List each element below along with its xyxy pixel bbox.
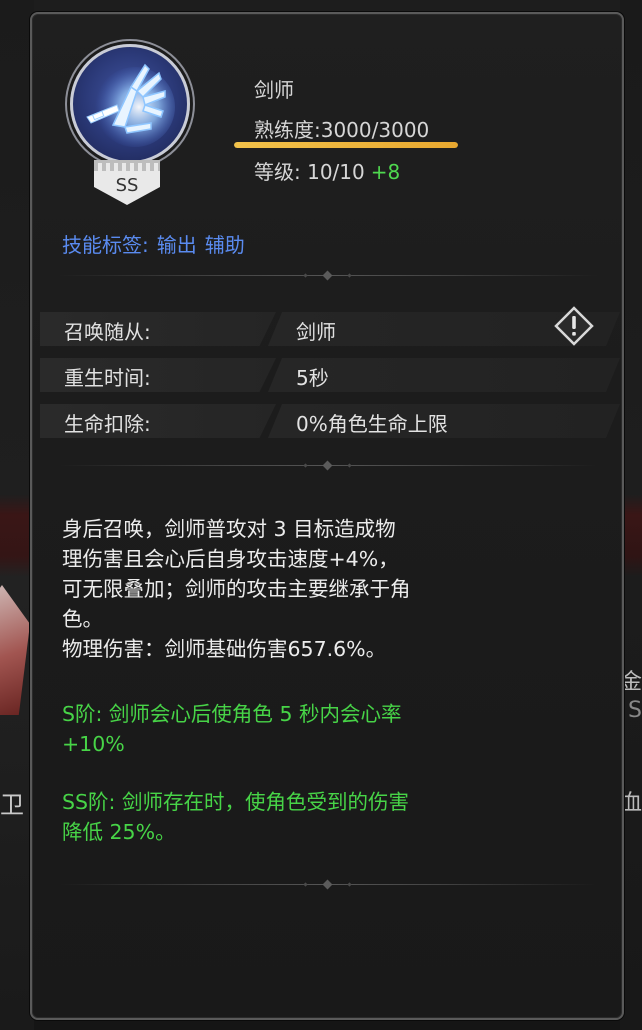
tier-ss-effect: SS阶: 剑师存在时，使角色受到的伤害 降低 25%。 xyxy=(62,787,602,847)
level-bonus: +8 xyxy=(370,160,401,184)
description-line: 身后召唤，剑师普攻对 3 目标造成物 xyxy=(62,517,396,541)
background-glyph-left: 卫 xyxy=(0,791,24,819)
attribute-label: 生命扣除: xyxy=(64,412,151,436)
tier-line: +10% xyxy=(62,732,125,756)
attribute-row: 召唤随从: 剑师 xyxy=(40,310,620,348)
background-left-scene: 卫 xyxy=(0,0,34,1030)
description-line: 可无限叠加；剑师的攻击主要继承于角 xyxy=(62,577,411,601)
description-line: 理伤害且会心后自身攻击速度+4%， xyxy=(62,547,399,571)
skill-tooltip-panel: SS 剑师 熟练度:3000/3000 等级: 10/10 +8 技能标签: 输出辅… xyxy=(30,12,624,1020)
proficiency-bar-fill xyxy=(234,142,458,148)
description-line: 色。 xyxy=(62,607,103,631)
rank-badge-stripe xyxy=(94,163,160,171)
rank-label: SS xyxy=(115,175,139,196)
section-divider xyxy=(58,460,598,471)
tier-line: SS阶: 剑师存在时，使角色受到的伤害 xyxy=(62,790,409,814)
description-line: 物理伤害：剑师基础伤害657.6%。 xyxy=(62,637,387,661)
skill-tags-label: 技能标签: xyxy=(62,233,149,257)
skill-tags: 技能标签: 输出 辅助 xyxy=(62,229,245,258)
skill-tag: 辅助 xyxy=(204,233,245,257)
proficiency-text: 熟练度:3000/3000 xyxy=(254,118,430,142)
rank-badge: SS xyxy=(94,160,160,205)
attribute-row: 重生时间: 5秒 xyxy=(40,356,620,394)
level-text: 等级: 10/10 +8 xyxy=(254,156,400,185)
tier-s-effect: S阶: 剑师会心后使角色 5 秒内会心率 +10% xyxy=(62,699,602,759)
level-value: 等级: 10/10 xyxy=(254,160,365,184)
attribute-label: 召唤随从: xyxy=(64,320,151,344)
sword-slash-icon[interactable] xyxy=(70,44,190,164)
red-crystal-icon xyxy=(0,585,30,715)
warning-icon[interactable] xyxy=(554,306,594,346)
attribute-value: 0%角色生命上限 xyxy=(296,412,448,436)
attribute-value: 剑师 xyxy=(296,320,336,344)
attribute-label: 重生时间: xyxy=(64,366,151,390)
skill-tag: 输出 xyxy=(156,233,197,257)
section-divider xyxy=(58,270,598,281)
section-divider xyxy=(58,879,598,890)
proficiency-bar xyxy=(234,142,458,148)
tier-line: 降低 25%。 xyxy=(62,820,176,844)
attribute-row: 生命扣除: 0%角色生命上限 xyxy=(40,402,620,440)
skill-description: 身后召唤，剑师普攻对 3 目标造成物 理伤害且会心后自身攻击速度+4%， 可无限… xyxy=(62,514,602,664)
skill-name: 剑师 xyxy=(254,78,294,102)
background-glyph-right-2: S xyxy=(628,698,642,723)
attribute-value: 5秒 xyxy=(296,366,329,390)
tier-line: S阶: 剑师会心后使角色 5 秒内会心率 xyxy=(62,702,402,726)
